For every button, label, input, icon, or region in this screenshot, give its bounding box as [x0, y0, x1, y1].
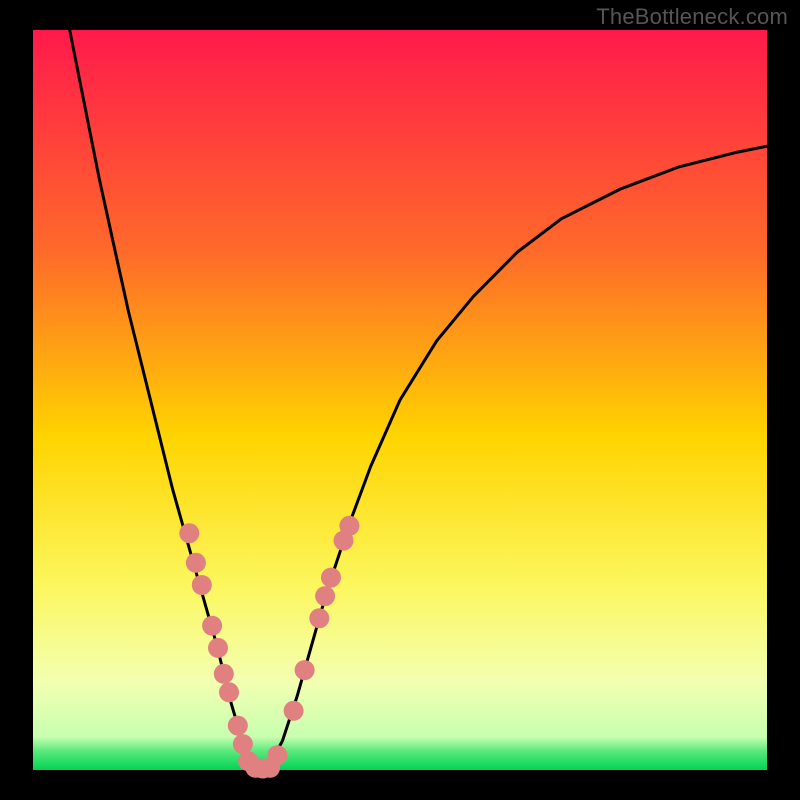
marker-dot [267, 745, 287, 765]
marker-dot [214, 664, 234, 684]
marker-dot [202, 616, 222, 636]
marker-dot [315, 586, 335, 606]
marker-dot [339, 516, 359, 536]
marker-dot [219, 682, 239, 702]
marker-dot [309, 608, 329, 628]
marker-dot [284, 701, 304, 721]
bottleneck-plot [0, 0, 800, 800]
marker-dot [186, 553, 206, 573]
marker-dot [208, 638, 228, 658]
chart-frame: TheBottleneck.com [0, 0, 800, 800]
watermark-text: TheBottleneck.com [596, 4, 788, 30]
marker-dot [233, 734, 253, 754]
marker-dot [228, 716, 248, 736]
marker-dot [192, 575, 212, 595]
marker-dot [321, 568, 341, 588]
marker-dot [179, 523, 199, 543]
marker-dot [295, 660, 315, 680]
